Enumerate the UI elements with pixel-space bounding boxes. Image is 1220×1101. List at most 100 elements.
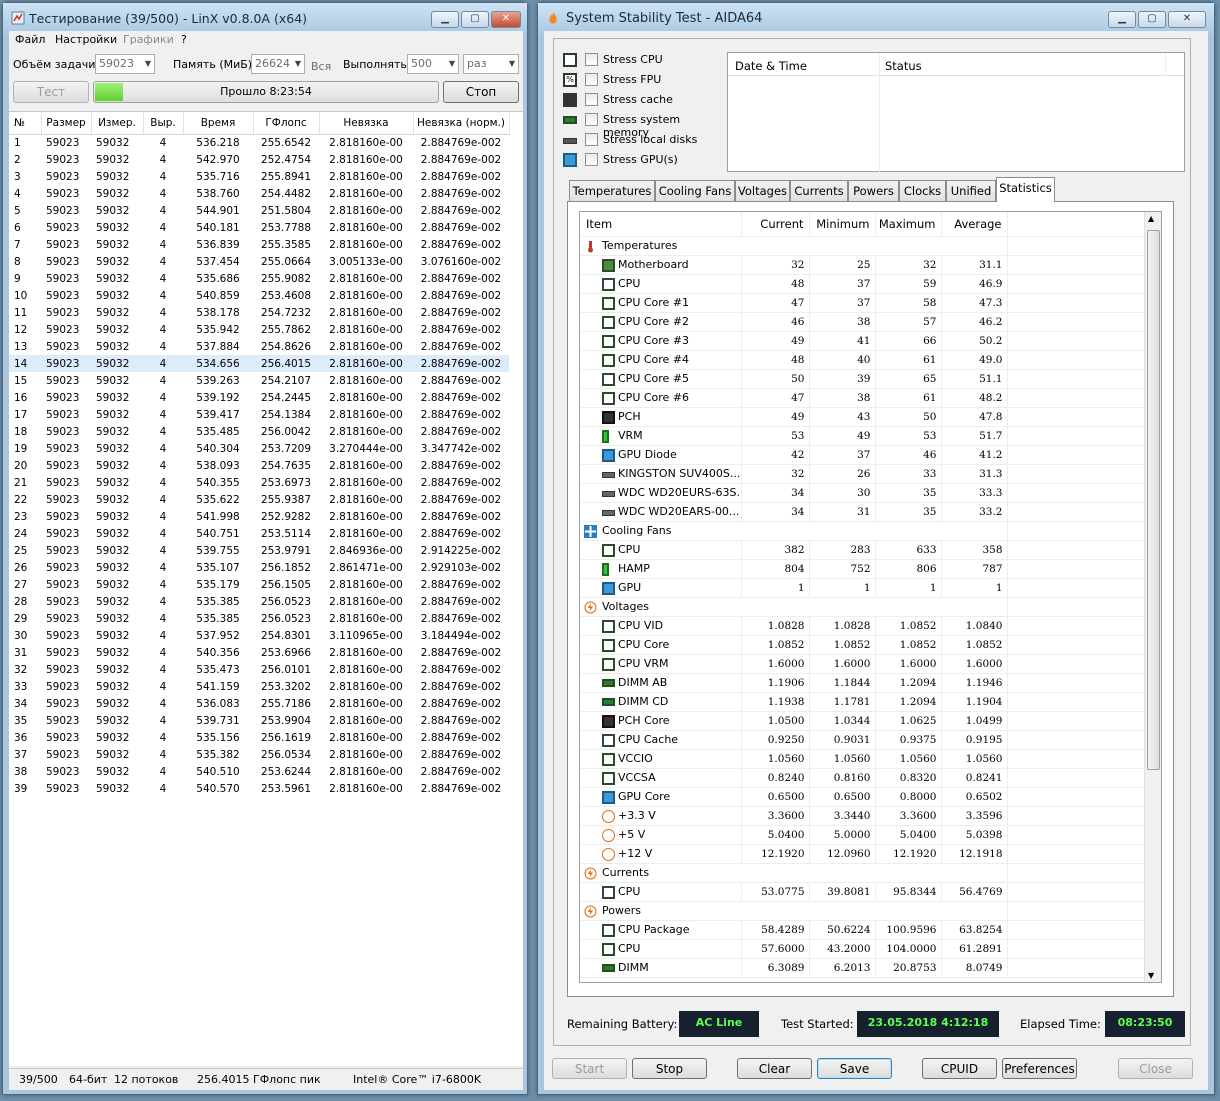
log-list[interactable]: Date & Time Status bbox=[727, 52, 1185, 173]
preferences-button[interactable]: Preferences bbox=[1002, 1058, 1077, 1079]
close-dialog-button[interactable]: Close bbox=[1118, 1058, 1193, 1079]
stat-item-row[interactable]: CPU Core #3 49 41 66 50.2 bbox=[580, 331, 1147, 351]
table-row[interactable]: 32 59023 59032 4 535.473 256.0101 2.818160e-00… bbox=[9, 661, 509, 678]
stat-item-row[interactable]: Motherboard 32 25 32 31.1 bbox=[580, 255, 1147, 275]
table-row[interactable]: 5 59023 59032 4 544.901 251.5804 2.818160e-00 2… bbox=[9, 202, 509, 219]
table-row[interactable]: 34 59023 59032 4 536.083 255.7186 2.818160e-00… bbox=[9, 695, 509, 712]
scroll-down-arrow[interactable]: ▼ bbox=[1148, 971, 1154, 980]
stat-item-row[interactable]: CPU 48 37 59 46.9 bbox=[580, 274, 1147, 294]
stress-fpu-option[interactable]: % Stress FPU bbox=[563, 71, 723, 89]
results-col-1[interactable]: Размер bbox=[41, 112, 92, 135]
save-button[interactable]: Save bbox=[817, 1058, 892, 1079]
stat-item-row[interactable]: WDC WD20EURS-63S... 34 30 35 33.3 bbox=[580, 483, 1147, 503]
stop-button[interactable]: Стоп bbox=[443, 81, 519, 103]
maximize-button[interactable]: ▢ bbox=[461, 11, 489, 28]
results-col-2[interactable]: Измер. bbox=[91, 112, 144, 135]
table-row[interactable]: 15 59023 59032 4 539.263 254.2107 2.818160e-00… bbox=[9, 372, 509, 389]
table-row[interactable]: 30 59023 59032 4 537.952 254.8301 3.110965e-00… bbox=[9, 627, 509, 644]
stat-col-average[interactable]: Average bbox=[941, 212, 1008, 237]
close-button[interactable]: ✕ bbox=[491, 11, 521, 28]
stat-item-row[interactable]: CPU Package 58.4289 50.6224 100.9596 63.8254 bbox=[580, 920, 1147, 940]
table-row[interactable]: 38 59023 59032 4 540.510 253.6244 2.818160e-00… bbox=[9, 763, 509, 780]
vertical-scrollbar[interactable]: ▲ ▼ bbox=[1144, 212, 1161, 982]
stat-item-row[interactable]: CPU 382 283 633 358 bbox=[580, 540, 1147, 560]
stat-item-row[interactable]: CPU VRM 1.6000 1.6000 1.6000 1.6000 bbox=[580, 654, 1147, 674]
stress-cpu-option[interactable]: Stress CPU bbox=[563, 51, 723, 69]
stat-item-row[interactable]: CPU Core #4 48 40 61 49.0 bbox=[580, 350, 1147, 370]
stat-group-row[interactable]: Powers bbox=[580, 901, 1147, 921]
table-row[interactable]: 17 59023 59032 4 539.417 254.1384 2.818160e-00… bbox=[9, 406, 509, 423]
table-row[interactable]: 4 59023 59032 4 538.760 254.4482 2.818160e-00 2… bbox=[9, 185, 509, 202]
table-row[interactable]: 14 59023 59032 4 534.656 256.4015 2.818160e-00… bbox=[9, 355, 509, 372]
table-row[interactable]: 19 59023 59032 4 540.304 253.7209 3.270444e-00… bbox=[9, 440, 509, 457]
minimize-button[interactable]: ▁ bbox=[1108, 11, 1136, 28]
tab-unified[interactable]: Unified bbox=[946, 180, 996, 201]
table-row[interactable]: 23 59023 59032 4 541.998 252.9282 2.818160e-00… bbox=[9, 508, 509, 525]
stat-group-row[interactable]: Currents bbox=[580, 863, 1147, 883]
stat-item-row[interactable]: CPU Cache 0.9250 0.9031 0.9375 0.9195 bbox=[580, 730, 1147, 750]
stress-gpu-checkbox[interactable] bbox=[585, 153, 598, 166]
table-row[interactable]: 29 59023 59032 4 535.385 256.0523 2.818160e-00… bbox=[9, 610, 509, 627]
stat-col-item[interactable]: Item bbox=[580, 212, 742, 237]
stat-group-row[interactable]: Voltages bbox=[580, 597, 1147, 617]
clear-button[interactable]: Clear bbox=[737, 1058, 812, 1079]
tab-clocks[interactable]: Clocks bbox=[899, 180, 946, 201]
table-row[interactable]: 10 59023 59032 4 540.859 253.4608 2.818160e-00… bbox=[9, 287, 509, 304]
table-row[interactable]: 2 59023 59032 4 542.970 252.4754 2.818160e-00 2… bbox=[9, 151, 509, 168]
menu-settings[interactable]: Настройки bbox=[55, 33, 117, 46]
table-row[interactable]: 3 59023 59032 4 535.716 255.8941 2.818160e-00 2… bbox=[9, 168, 509, 185]
stat-col-current[interactable]: Current bbox=[741, 212, 810, 237]
stat-item-row[interactable]: CPU Core 1.0852 1.0852 1.0852 1.0852 bbox=[580, 635, 1147, 655]
results-col-0[interactable]: № bbox=[9, 112, 42, 135]
start-button[interactable]: Start bbox=[552, 1058, 627, 1079]
table-row[interactable]: 37 59023 59032 4 535.382 256.0534 2.818160e-00… bbox=[9, 746, 509, 763]
stat-item-row[interactable]: +5 V 5.0400 5.0000 5.0400 5.0398 bbox=[580, 825, 1147, 845]
table-row[interactable]: 12 59023 59032 4 535.942 255.7862 2.818160e-00… bbox=[9, 321, 509, 338]
task-size-combo[interactable]: 59023 ▼ bbox=[95, 54, 155, 74]
test-button[interactable]: Тест bbox=[13, 81, 89, 103]
maximize-button[interactable]: ▢ bbox=[1138, 11, 1166, 28]
table-row[interactable]: 1 59023 59032 4 536.218 255.6542 2.818160e-00 2… bbox=[9, 134, 509, 151]
stat-item-row[interactable]: VRM 53 49 53 51.7 bbox=[580, 426, 1147, 446]
stat-item-row[interactable]: CPU 53.0775 39.8081 95.8344 56.4769 bbox=[580, 882, 1147, 902]
stat-item-row[interactable]: CPU Core #6 47 38 61 48.2 bbox=[580, 388, 1147, 408]
tab-cooling-fans[interactable]: Cooling Fans bbox=[655, 180, 735, 201]
table-row[interactable]: 18 59023 59032 4 535.485 256.0042 2.818160e-00… bbox=[9, 423, 509, 440]
table-row[interactable]: 31 59023 59032 4 540.356 253.6966 2.818160e-00… bbox=[9, 644, 509, 661]
stress-cache-checkbox[interactable] bbox=[585, 93, 598, 106]
all-memory-label[interactable]: Вся bbox=[311, 60, 331, 73]
statistics-list[interactable]: Item Current Minimum Maximum Average Tempera… bbox=[579, 211, 1162, 983]
stat-item-row[interactable]: CPU Core #2 46 38 57 46.2 bbox=[580, 312, 1147, 332]
stress-cpu-checkbox[interactable] bbox=[585, 53, 598, 66]
cpuid-button[interactable]: CPUID bbox=[922, 1058, 997, 1079]
stat-item-row[interactable]: GPU Diode 42 37 46 41.2 bbox=[580, 445, 1147, 465]
stress-cache-option[interactable]: Stress cache bbox=[563, 91, 723, 109]
stat-item-row[interactable]: VCCIO 1.0560 1.0560 1.0560 1.0560 bbox=[580, 749, 1147, 769]
results-col-3[interactable]: Выр. bbox=[143, 112, 184, 135]
minimize-button[interactable]: ▁ bbox=[431, 11, 459, 28]
stat-item-row[interactable]: CPU VID 1.0828 1.0828 1.0852 1.0840 bbox=[580, 616, 1147, 636]
stress-memory-checkbox[interactable] bbox=[585, 113, 598, 126]
table-row[interactable]: 8 59023 59032 4 537.454 255.0664 3.005133e-00 3… bbox=[9, 253, 509, 270]
run-unit-combo[interactable]: раз ▼ bbox=[463, 54, 519, 74]
table-row[interactable]: 21 59023 59032 4 540.355 253.6973 2.818160e-00… bbox=[9, 474, 509, 491]
results-col-4[interactable]: Время bbox=[183, 112, 254, 135]
scroll-up-arrow[interactable]: ▲ bbox=[1148, 214, 1154, 223]
menu-file[interactable]: Файл bbox=[15, 33, 45, 46]
stat-item-row[interactable]: DIMM 6.3089 6.2013 20.8753 8.0749 bbox=[580, 958, 1147, 978]
tab-statistics[interactable]: Statistics bbox=[996, 177, 1055, 202]
tab-voltages[interactable]: Voltages bbox=[735, 180, 790, 201]
table-row[interactable]: 28 59023 59032 4 535.385 256.0523 2.818160e-00… bbox=[9, 593, 509, 610]
menu-graphs[interactable]: Графики bbox=[123, 33, 174, 46]
table-row[interactable]: 6 59023 59032 4 540.181 253.7788 2.818160e-00 2… bbox=[9, 219, 509, 236]
memory-combo[interactable]: 26624 ▼ bbox=[251, 54, 305, 74]
stat-item-row[interactable]: GPU Core 0.6500 0.6500 0.8000 0.6502 bbox=[580, 787, 1147, 807]
results-col-6[interactable]: Невязка bbox=[319, 112, 414, 135]
log-col-datetime[interactable]: Date & Time bbox=[735, 59, 807, 73]
stat-item-row[interactable]: DIMM CD 1.1938 1.1781 1.2094 1.1904 bbox=[580, 692, 1147, 712]
stat-item-row[interactable]: HAMP 804 752 806 787 bbox=[580, 559, 1147, 579]
table-row[interactable]: 7 59023 59032 4 536.839 255.3585 2.818160e-00 2… bbox=[9, 236, 509, 253]
stat-item-row[interactable]: KINGSTON SUV400S... 32 26 33 31.3 bbox=[580, 464, 1147, 484]
stat-item-row[interactable]: WDC WD20EARS-00... 34 31 35 33.2 bbox=[580, 502, 1147, 522]
stress-disks-option[interactable]: Stress local disks bbox=[563, 131, 723, 149]
